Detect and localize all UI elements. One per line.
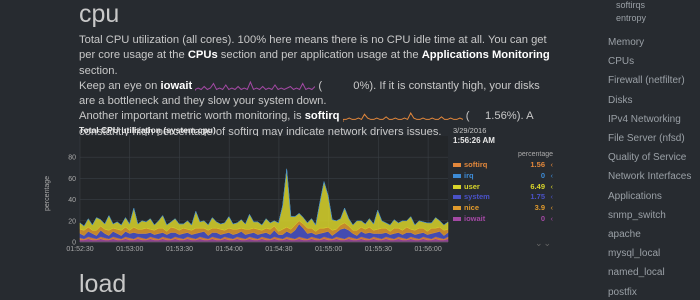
legend-caret-icon: ‹ [550, 160, 554, 169]
legend-time: 1:56:26 AM [453, 136, 495, 145]
legend-date: 3/29/2016 [453, 126, 487, 135]
y-tick-label: 60 [68, 176, 76, 183]
section-title-cpu: cpu [79, 0, 120, 28]
x-tick-label: 01:54:00 [216, 246, 243, 253]
sidebar-item-file-server-nfsd[interactable]: File Server (nfsd) [608, 133, 685, 144]
sidebar-item-applications[interactable]: Applications [608, 191, 662, 202]
sidebar-item-mysql-local[interactable]: mysql_local [608, 248, 660, 259]
sidebar-item-memory[interactable]: Memory [608, 37, 644, 48]
legend-name: iowait [464, 214, 486, 223]
sidebar-item-named-local[interactable]: named_local [608, 267, 665, 278]
x-tick-label: 01:53:30 [166, 246, 193, 253]
legend-name: system [464, 192, 490, 202]
y-tick-label: 20 [68, 218, 76, 225]
iowait-sparkline [195, 80, 316, 91]
iowait-sparkline-value: ( 0%) [318, 79, 374, 92]
sidebar-item-cpus[interactable]: CPUs [608, 56, 634, 67]
chart-resize-handle[interactable]: ⌄⌄ [535, 238, 552, 249]
legend-row-user[interactable]: user 6.49 ‹ [453, 182, 553, 192]
sidebar-subitem-softirqs[interactable]: softirqs [616, 0, 645, 10]
legend-name: user [464, 181, 480, 191]
legend-swatch [453, 195, 461, 200]
x-tick-label: 01:52:30 [66, 246, 93, 253]
legend-value: 0 [540, 214, 545, 223]
description-text: Keep an eye on [79, 79, 161, 92]
legend-name: nice [464, 203, 480, 213]
legend-swatch [453, 206, 461, 211]
sidebar-item-apache[interactable]: apache [608, 229, 641, 240]
sidebar-item-ipv4-networking[interactable]: IPv4 Networking [608, 114, 681, 125]
legend-swatch [453, 173, 461, 178]
legend-row-system[interactable]: system 1.75 ‹ [453, 192, 553, 202]
legend-row-irq[interactable]: irq 0 ‹ [453, 171, 553, 181]
cpu-chart[interactable]: Total CPU utilization (system.cpu) perce… [40, 120, 560, 260]
cpus-link[interactable]: CPUs [188, 49, 218, 61]
legend-swatch [453, 163, 461, 167]
applications-monitoring-link[interactable]: Applications Monitoring [422, 49, 550, 61]
legend-name: irq [464, 170, 474, 180]
section-title-load: load [79, 270, 127, 298]
sidebar-nav: softirqs entropy Memory CPUs Firewall (netf… [598, 0, 700, 300]
legend-value: 0 [540, 170, 545, 180]
legend-value: 3.9 [534, 203, 545, 213]
sidebar-item-network-interfaces[interactable]: Network Interfaces [608, 171, 691, 182]
x-tick-label: 01:53:00 [116, 246, 143, 253]
sidebar-item-quality-of-service[interactable]: Quality of Service [608, 152, 686, 163]
legend-swatch [453, 217, 461, 221]
description-text: section and per application usage at the [217, 49, 422, 62]
cpu-area-chart[interactable]: 02040608001:52:30 01:53:00 01:53:30 01:54:0… [40, 120, 460, 260]
x-tick-label: 01:56:00 [414, 246, 441, 253]
legend-value: 1.56 [530, 160, 545, 169]
legend-units: percentage [518, 151, 554, 158]
legend-caret-icon: ‹ [550, 170, 554, 180]
description-text: section. [79, 64, 118, 77]
x-tick-label: 01:55:30 [365, 246, 392, 253]
legend-value: 1.75 [530, 192, 545, 202]
legend-caret-icon: ‹ [550, 214, 554, 223]
sidebar-subitem-entropy[interactable]: entropy [616, 13, 646, 23]
x-tick-label: 01:55:00 [315, 246, 342, 253]
sidebar-item-postfix[interactable]: postfix [608, 287, 637, 298]
y-tick-label: 80 [68, 155, 76, 162]
sidebar-item-snmp-switch[interactable]: snmp_switch [608, 210, 666, 221]
x-tick-label: 01:54:30 [265, 246, 292, 253]
y-tick-label: 40 [68, 197, 76, 204]
legend-caret-icon: ‹ [550, 192, 554, 202]
legend-swatch [453, 184, 461, 189]
legend-row-softirq[interactable]: softirq 1.56 ‹ [453, 160, 553, 170]
sparkline-line [195, 80, 316, 91]
legend-row-nice[interactable]: nice 3.9 ‹ [453, 203, 553, 213]
sidebar-item-disks[interactable]: Disks [608, 95, 632, 106]
legend-caret-icon: ‹ [550, 181, 554, 191]
legend-caret-icon: ‹ [550, 203, 554, 213]
sidebar-item-firewall-netfilter[interactable]: Firewall (netfilter) [608, 75, 685, 86]
main-content: cpu Total CPU utilization (all cores). 1… [0, 0, 590, 300]
legend-row-iowait[interactable]: iowait 0 ‹ [453, 214, 553, 224]
iowait-dimension-name: iowait [160, 79, 193, 92]
legend-value: 6.49 [530, 181, 545, 191]
legend-name: softirq [464, 160, 488, 169]
